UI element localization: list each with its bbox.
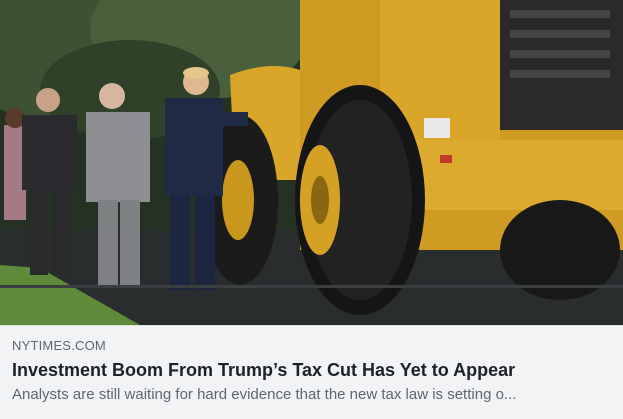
article-headline[interactable]: Investment Boom From Trump’s Tax Cut Has… [12,359,611,381]
link-preview-card[interactable]: NYTIMES.COM Investment Boom From Trump’s… [0,0,623,419]
article-photo[interactable] [0,0,623,325]
source-domain: NYTIMES.COM [12,338,106,353]
link-preview-meta[interactable]: NYTIMES.COM Investment Boom From Trump’s… [0,325,623,419]
article-description: Analysts are still waiting for hard evid… [12,386,517,403]
photo-illustration [0,0,623,325]
